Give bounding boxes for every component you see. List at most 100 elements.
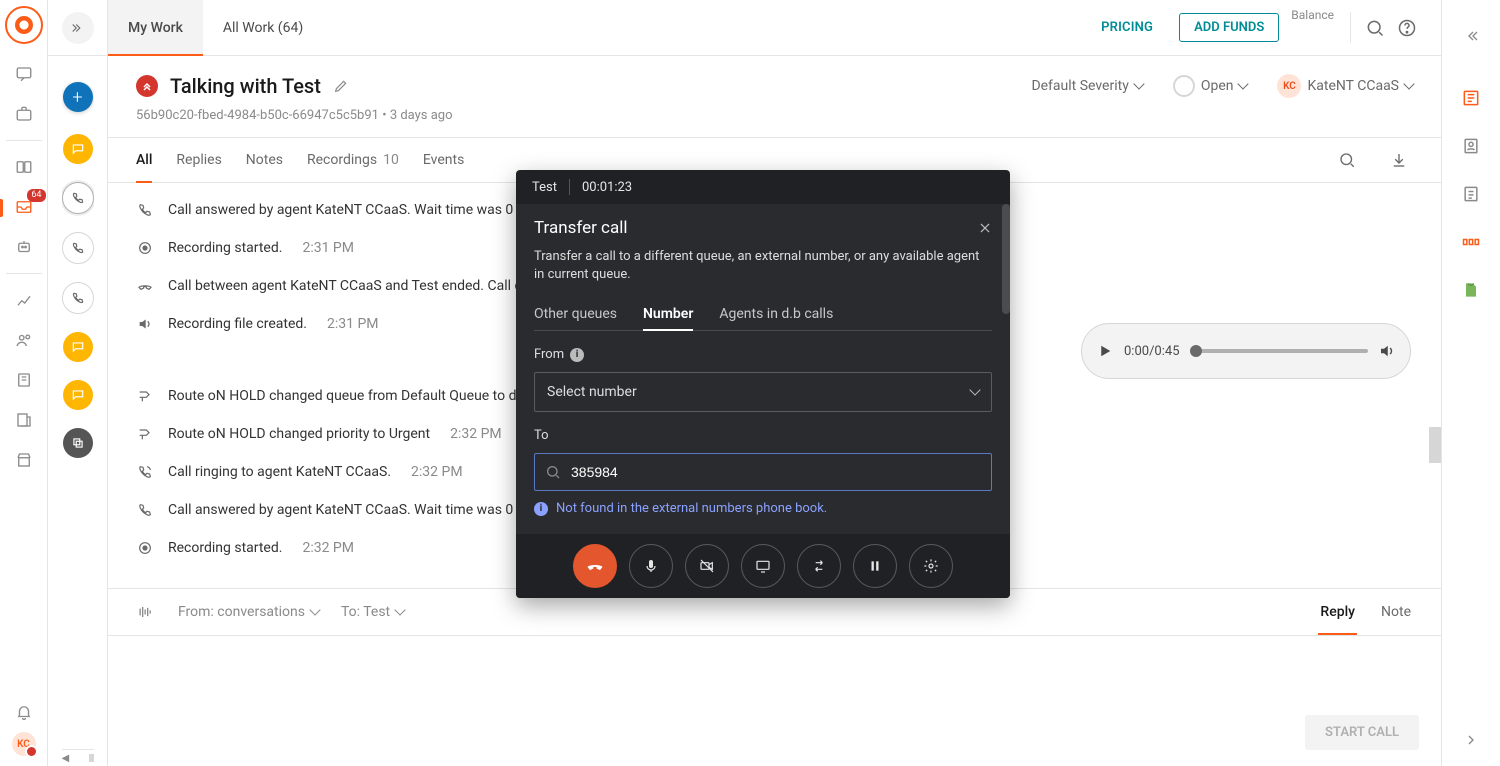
chevron-down-icon — [1405, 78, 1413, 94]
feed-search-icon[interactable] — [1333, 146, 1361, 174]
transfer-tab-agents[interactable]: Agents in d.b calls — [719, 298, 833, 330]
transfer-tab-number[interactable]: Number — [643, 298, 693, 330]
speaker-icon — [136, 315, 154, 333]
to-number-input[interactable] — [569, 463, 981, 481]
to-number-input-wrap — [534, 453, 992, 491]
screen-share-button[interactable] — [741, 544, 785, 588]
shop-icon[interactable] — [1459, 278, 1483, 302]
tab-my-work[interactable]: My Work — [108, 0, 203, 55]
reply-tab-reply[interactable]: Reply — [1318, 589, 1357, 635]
download-icon[interactable] — [1385, 146, 1413, 174]
aux-scrollbar[interactable]: ◀ — [62, 749, 94, 766]
expand-button[interactable] — [62, 12, 94, 44]
expand-right-icon[interactable] — [1459, 728, 1483, 752]
record-icon — [136, 539, 154, 557]
analytics-icon[interactable] — [12, 288, 36, 312]
edit-title-icon[interactable] — [333, 78, 349, 94]
conversation-title: Talking with Test — [170, 74, 321, 98]
conversation-subheader: 56b90c20-fbed-4984-b50c-66947c5c5b913 da… — [136, 108, 1413, 123]
app-logo[interactable] — [5, 6, 43, 44]
to-label: To — [534, 428, 992, 443]
from-number-select[interactable]: Select number — [534, 372, 992, 412]
bot-icon[interactable] — [12, 235, 36, 259]
audio-time: 0:00/0:45 — [1124, 344, 1180, 359]
left-rail: 64 KC — [0, 0, 48, 766]
mute-button[interactable] — [629, 544, 673, 588]
reply-to-selector[interactable]: To: Test — [341, 604, 404, 620]
audio-track[interactable] — [1190, 349, 1369, 353]
video-off-button[interactable] — [685, 544, 729, 588]
briefcase-icon[interactable] — [12, 102, 36, 126]
status-selector[interactable]: Open — [1173, 75, 1248, 97]
assignee-selector[interactable]: KC KateNT CCaaS — [1277, 74, 1413, 98]
volume-icon[interactable] — [1378, 342, 1396, 360]
conv-tab-recordings[interactable]: Recordings 10 — [307, 138, 399, 182]
tags-icon[interactable] — [1459, 230, 1483, 254]
help-icon[interactable] — [1391, 12, 1423, 44]
reply-body[interactable]: START CALL — [108, 636, 1441, 766]
store-icon[interactable] — [12, 448, 36, 472]
aux-header — [48, 0, 107, 56]
play-icon[interactable] — [1096, 342, 1114, 360]
conv-tab-replies[interactable]: Replies — [176, 138, 221, 182]
contact-icon[interactable] — [1459, 134, 1483, 158]
bell-icon[interactable] — [12, 700, 36, 724]
right-rail — [1441, 0, 1500, 766]
inbox-badge: 64 — [27, 189, 45, 202]
end-call-button[interactable] — [573, 544, 617, 588]
transfer-tab-other-queues[interactable]: Other queues — [534, 298, 617, 330]
call-settings-button[interactable] — [909, 544, 953, 588]
close-icon[interactable] — [978, 221, 992, 235]
phone-ring-icon — [136, 463, 154, 481]
pricing-link[interactable]: PRICING — [1087, 0, 1167, 55]
hold-button[interactable] — [853, 544, 897, 588]
conv-tab-events[interactable]: Events — [423, 138, 464, 182]
from-label: From i — [534, 347, 992, 362]
call-modal: Test 00:01:23 Transfer call Transfer a c… — [516, 170, 1010, 598]
add-funds-button[interactable]: ADD FUNDS — [1179, 13, 1279, 42]
conv-tab-all[interactable]: All — [136, 138, 152, 182]
inbox-icon[interactable]: 64 — [12, 195, 36, 219]
severity-selector[interactable]: Default Severity — [1031, 78, 1142, 94]
not-found-hint: i Not found in the external numbers phon… — [534, 501, 992, 516]
reply-from-selector[interactable]: From: conversations — [178, 604, 319, 620]
people-icon[interactable] — [12, 328, 36, 352]
transfer-title: Transfer call — [534, 218, 627, 238]
presence-dot — [25, 745, 38, 758]
call-contact-name: Test — [532, 180, 557, 195]
transfer-description: Transfer a call to a different queue, an… — [534, 248, 992, 284]
transfer-button[interactable] — [797, 544, 841, 588]
search-icon[interactable] — [1359, 12, 1391, 44]
collapse-right-icon[interactable] — [1459, 24, 1483, 48]
aux-bubble-chat-1[interactable] — [63, 134, 93, 164]
audio-player[interactable]: 0:00/0:45 — [1081, 323, 1411, 379]
chat-icon[interactable] — [12, 62, 36, 86]
add-button[interactable]: + — [63, 82, 93, 112]
status-dot-icon — [1173, 75, 1195, 97]
aux-bubble-chat-2[interactable] — [63, 332, 93, 362]
aux-bubble-stack[interactable] — [63, 428, 93, 458]
priority-badge[interactable] — [136, 75, 158, 97]
reports-icon[interactable] — [12, 408, 36, 432]
aux-bubble-phone-2[interactable] — [62, 232, 94, 264]
aux-bubble-phone-3[interactable] — [62, 282, 94, 314]
route-icon — [136, 387, 154, 405]
wave-icon — [136, 604, 156, 620]
route-icon — [136, 425, 154, 443]
tab-all-work[interactable]: All Work (64) — [203, 0, 323, 55]
info-icon[interactable]: i — [570, 348, 584, 362]
panels-icon[interactable] — [12, 155, 36, 179]
reply-tab-note[interactable]: Note — [1379, 589, 1413, 635]
feed-scroll-thumb[interactable] — [1429, 427, 1441, 463]
notes-icon[interactable] — [1459, 182, 1483, 206]
book-icon[interactable] — [12, 368, 36, 392]
start-call-button[interactable]: START CALL — [1305, 715, 1419, 750]
conv-tab-notes[interactable]: Notes — [246, 138, 283, 182]
modal-scroll-thumb[interactable] — [1002, 204, 1010, 314]
search-icon — [545, 464, 561, 480]
aux-bubble-phone-active[interactable] — [62, 182, 94, 214]
aux-bubble-chat-3[interactable] — [63, 380, 93, 410]
user-avatar[interactable]: KC — [12, 732, 36, 756]
details-icon[interactable] — [1459, 86, 1483, 110]
call-body: Transfer call Transfer a call to a diffe… — [516, 204, 1010, 534]
